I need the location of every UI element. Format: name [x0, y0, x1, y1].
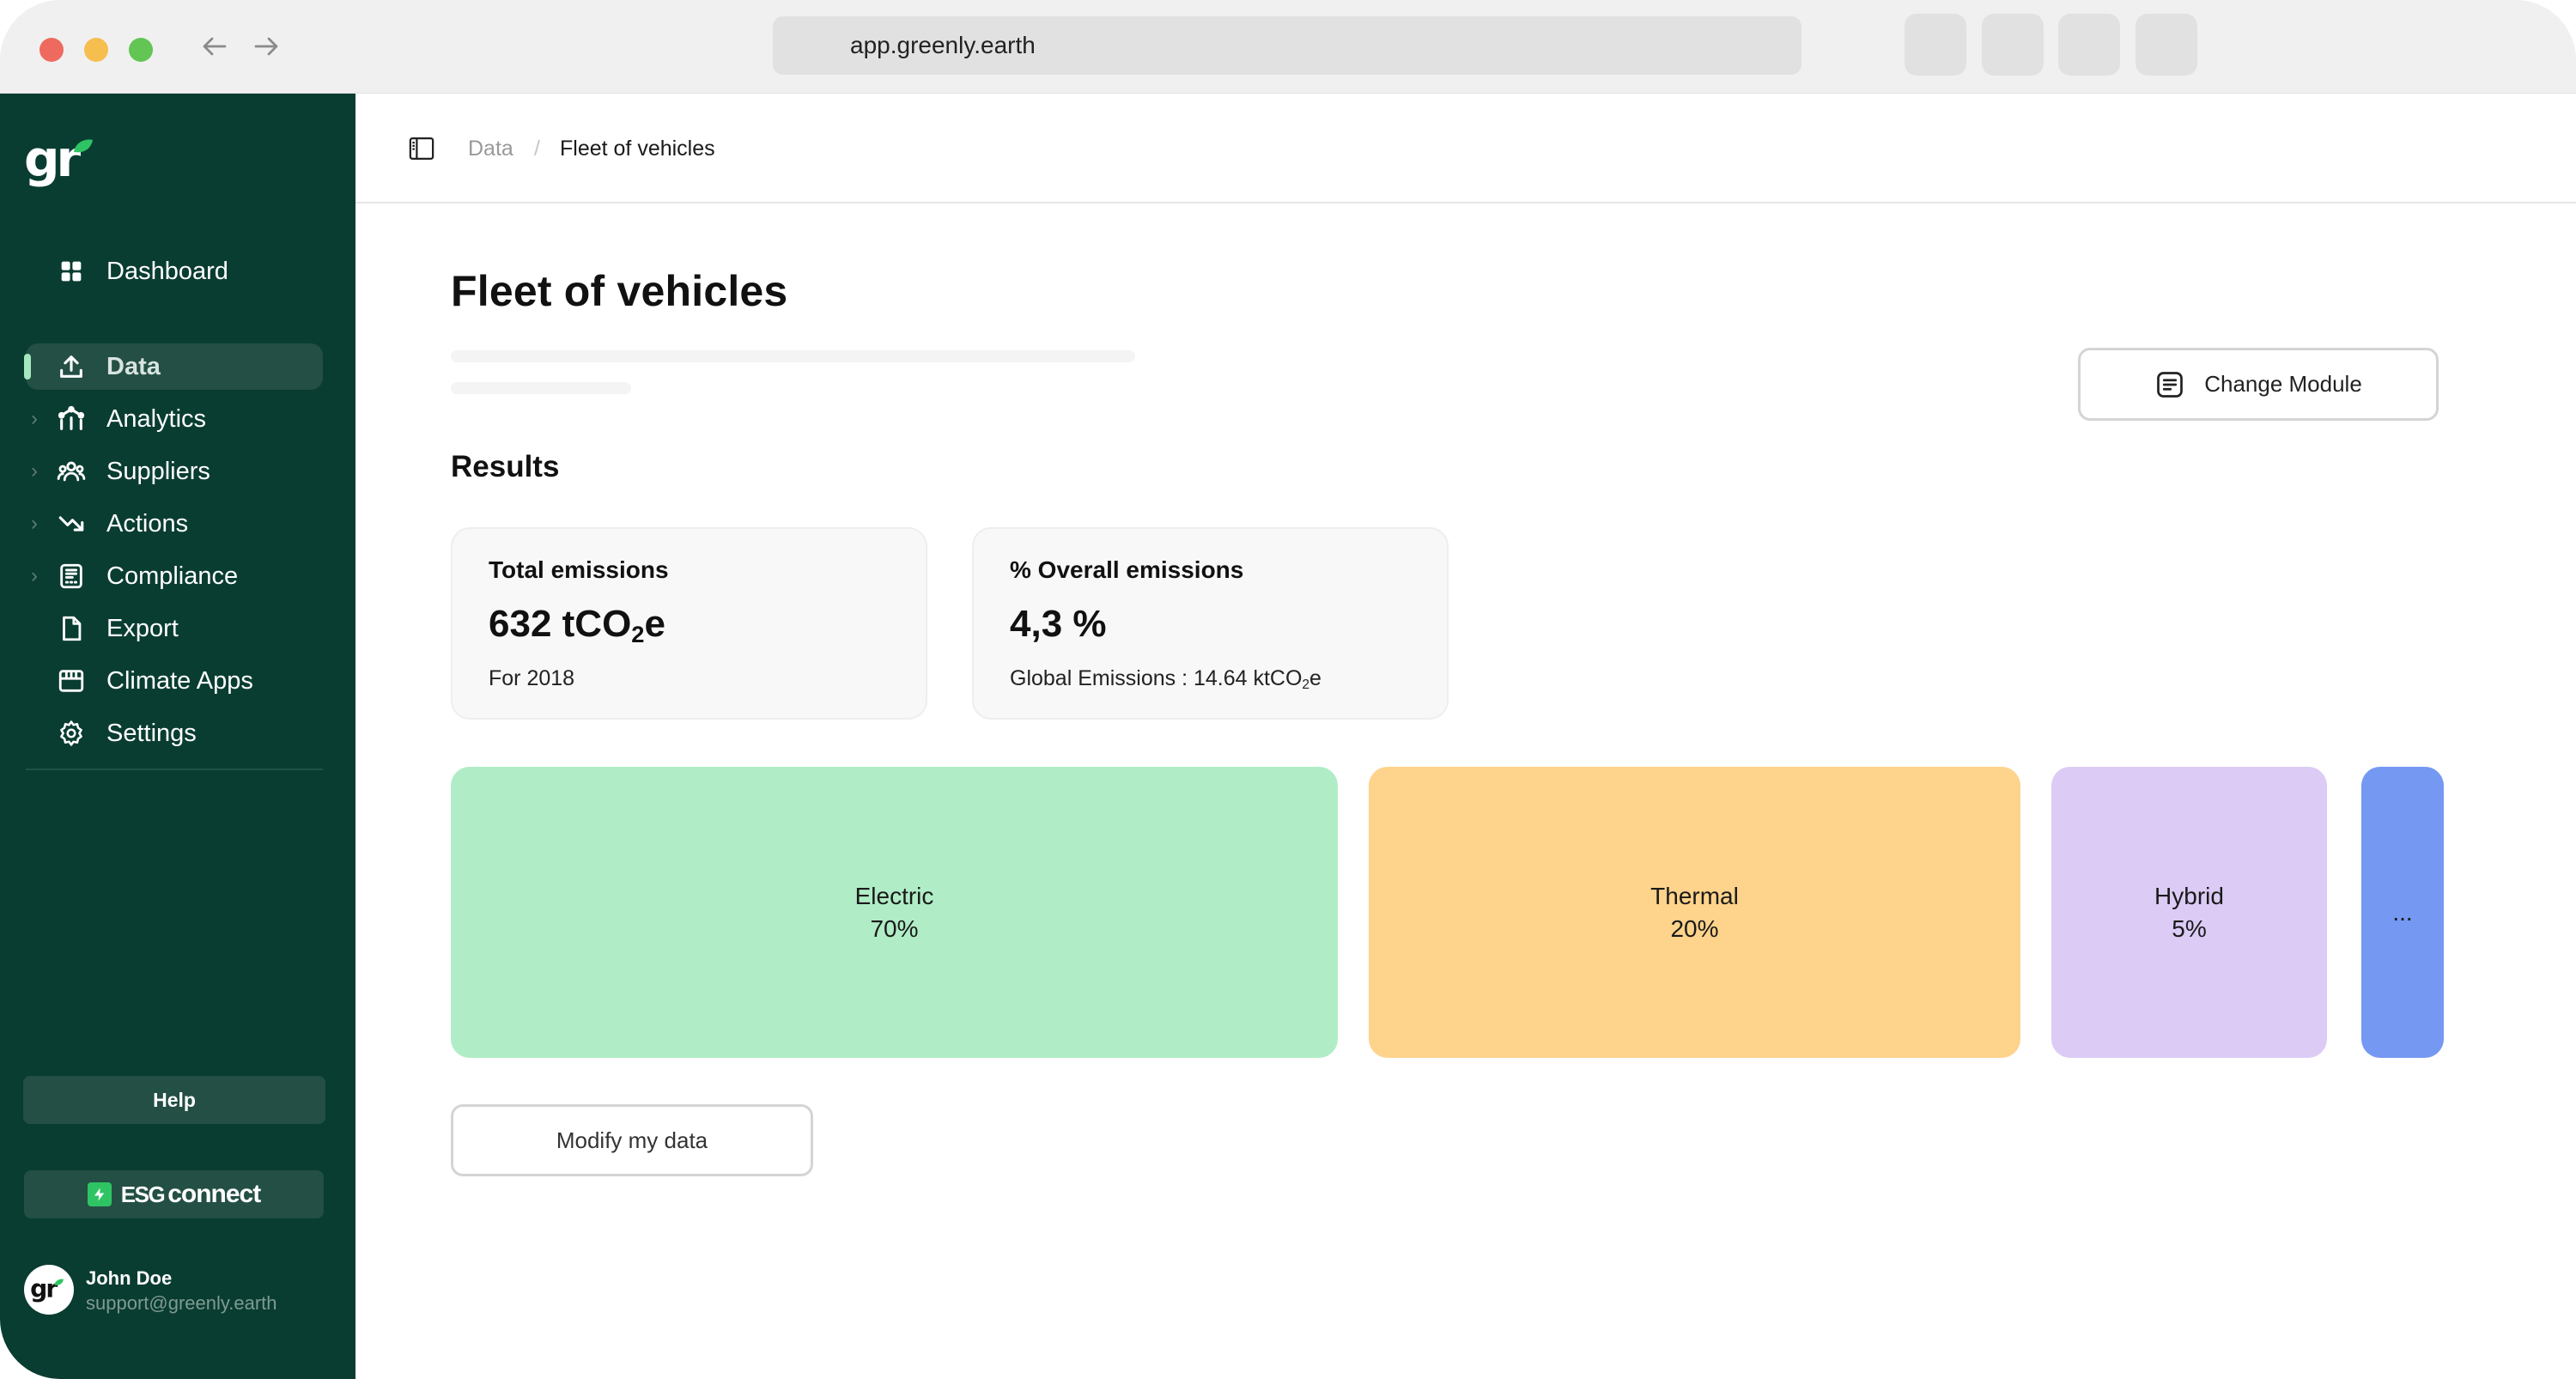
- sidebar-toggle-icon[interactable]: [409, 137, 434, 161]
- document-lines-icon: [2157, 371, 2184, 398]
- sidebar-item-label: Analytics: [106, 405, 207, 433]
- grid-icon: [61, 261, 82, 282]
- browser-titlebar: app.greenly.earth: [0, 0, 2576, 94]
- card-subtitle: Global Emissions : 14.64 ktCO2e: [1010, 666, 1321, 692]
- sidebar-item-label: Settings: [106, 720, 197, 747]
- report-icon: [60, 563, 82, 589]
- sidebar-item-label: Suppliers: [106, 458, 210, 485]
- skeleton-line: [451, 382, 631, 394]
- overall-emissions-card: % Overall emissions 4,3 % Global Emissio…: [972, 527, 1449, 720]
- card-value: 4,3 %: [1010, 603, 1107, 645]
- sidebar-item-label: Climate Apps: [106, 667, 253, 695]
- file-icon: [63, 616, 82, 641]
- browser-window: app.greenly.earth gr Dashboard Data › An…: [0, 0, 2576, 1379]
- tile-percent: 20%: [1670, 914, 1719, 942]
- sidebar-item-compliance[interactable]: › Compliance: [26, 553, 323, 599]
- change-module-label: Change Module: [2204, 371, 2362, 397]
- results-heading: Results: [451, 450, 560, 483]
- sidebar-item-suppliers[interactable]: › Suppliers: [26, 448, 323, 495]
- tile-percent: 70%: [870, 914, 919, 942]
- esg-connect-button[interactable]: ESG connect: [24, 1170, 324, 1218]
- analytics-icon: [58, 405, 85, 430]
- sidebar: gr Dashboard Data › Analytics › Supplier…: [0, 94, 355, 1379]
- breadcrumb-separator: /: [534, 137, 540, 161]
- users-icon: [57, 461, 86, 482]
- maximize-window-button[interactable]: [129, 38, 153, 62]
- toolbar-button-4[interactable]: [2136, 14, 2197, 76]
- gear-icon: [60, 720, 82, 746]
- sidebar-item-label: Export: [106, 615, 179, 642]
- sidebar-item-settings[interactable]: Settings: [26, 710, 323, 756]
- page-title: Fleet of vehicles: [451, 267, 788, 315]
- chevron-right-icon[interactable]: ›: [31, 501, 38, 547]
- close-window-button[interactable]: [39, 38, 64, 62]
- sidebar-item-label: Compliance: [106, 562, 239, 590]
- esg-connect-logo: ESG connect: [120, 1180, 261, 1208]
- chevron-right-icon[interactable]: ›: [31, 553, 38, 599]
- upload-icon: [60, 355, 82, 378]
- avatar[interactable]: gr: [24, 1265, 74, 1315]
- user-email: support@greenly.earth: [86, 1292, 277, 1314]
- chevron-right-icon[interactable]: ›: [31, 396, 38, 442]
- svg-text:gr: gr: [30, 1275, 58, 1303]
- store-icon: [58, 670, 84, 692]
- breakdown-tile-hybrid[interactable]: Hybrid 5%: [2051, 767, 2327, 1058]
- minimize-window-button[interactable]: [84, 38, 108, 62]
- forward-button[interactable]: [247, 26, 285, 67]
- modify-data-button[interactable]: Modify my data: [451, 1104, 813, 1176]
- tile-label: Thermal: [1650, 882, 1739, 909]
- breadcrumb-current: Fleet of vehicles: [560, 137, 715, 161]
- sidebar-item-actions[interactable]: › Actions: [26, 501, 323, 547]
- back-button[interactable]: [196, 26, 234, 67]
- card-value: 632 tCO2e: [489, 603, 665, 647]
- toolbar-button-2[interactable]: [1982, 14, 2044, 76]
- tile-label: Electric: [854, 882, 934, 909]
- help-button[interactable]: Help: [23, 1076, 325, 1124]
- breakdown-tile-thermal[interactable]: Thermal 20%: [1369, 767, 2020, 1058]
- sidebar-item-dashboard[interactable]: Dashboard: [26, 248, 323, 295]
- sidebar-item-climate-apps[interactable]: Climate Apps: [26, 658, 323, 704]
- sidebar-item-export[interactable]: Export: [26, 605, 323, 652]
- trend-down-icon: [58, 516, 84, 532]
- tile-percent: 5%: [2172, 914, 2207, 942]
- sidebar-item-label: Dashboard: [106, 258, 228, 285]
- breakdown-tile-more[interactable]: ...: [2361, 767, 2444, 1058]
- user-name: John Doe: [86, 1267, 173, 1289]
- arrow-left-icon: [203, 37, 227, 56]
- breadcrumb: Data / Fleet of vehicles: [355, 94, 2576, 204]
- total-emissions-card: Total emissions 632 tCO2e For 2018: [451, 527, 927, 720]
- greenly-logo[interactable]: gr: [24, 135, 101, 195]
- toolbar-button-3[interactable]: [2058, 14, 2120, 76]
- svg-text:gr: gr: [24, 135, 82, 188]
- change-module-button[interactable]: Change Module: [2078, 348, 2439, 421]
- url-text: app.greenly.earth: [850, 32, 1036, 58]
- active-indicator: [24, 354, 31, 380]
- sidebar-item-data[interactable]: Data: [24, 343, 323, 390]
- card-title: Total emissions: [489, 556, 669, 583]
- sidebar-item-label: Data: [106, 353, 161, 380]
- sidebar-divider: [26, 768, 323, 770]
- card-subtitle: For 2018: [489, 666, 575, 690]
- arrow-right-icon: [254, 37, 278, 56]
- sidebar-item-label: Actions: [106, 510, 189, 538]
- card-title: % Overall emissions: [1010, 556, 1244, 583]
- tile-label: Hybrid: [2154, 882, 2224, 909]
- chevron-right-icon[interactable]: ›: [31, 448, 38, 495]
- breadcrumb-item-data[interactable]: Data: [468, 94, 513, 204]
- more-icon: ...: [2392, 898, 2413, 926]
- address-bar[interactable]: app.greenly.earth: [773, 16, 1801, 75]
- breakdown-tile-electric[interactable]: Electric 70%: [451, 767, 1338, 1058]
- sidebar-item-analytics[interactable]: › Analytics: [26, 396, 323, 442]
- skeleton-line: [451, 350, 1135, 362]
- lightning-icon: [87, 1182, 112, 1206]
- toolbar-button-1[interactable]: [1905, 14, 1966, 76]
